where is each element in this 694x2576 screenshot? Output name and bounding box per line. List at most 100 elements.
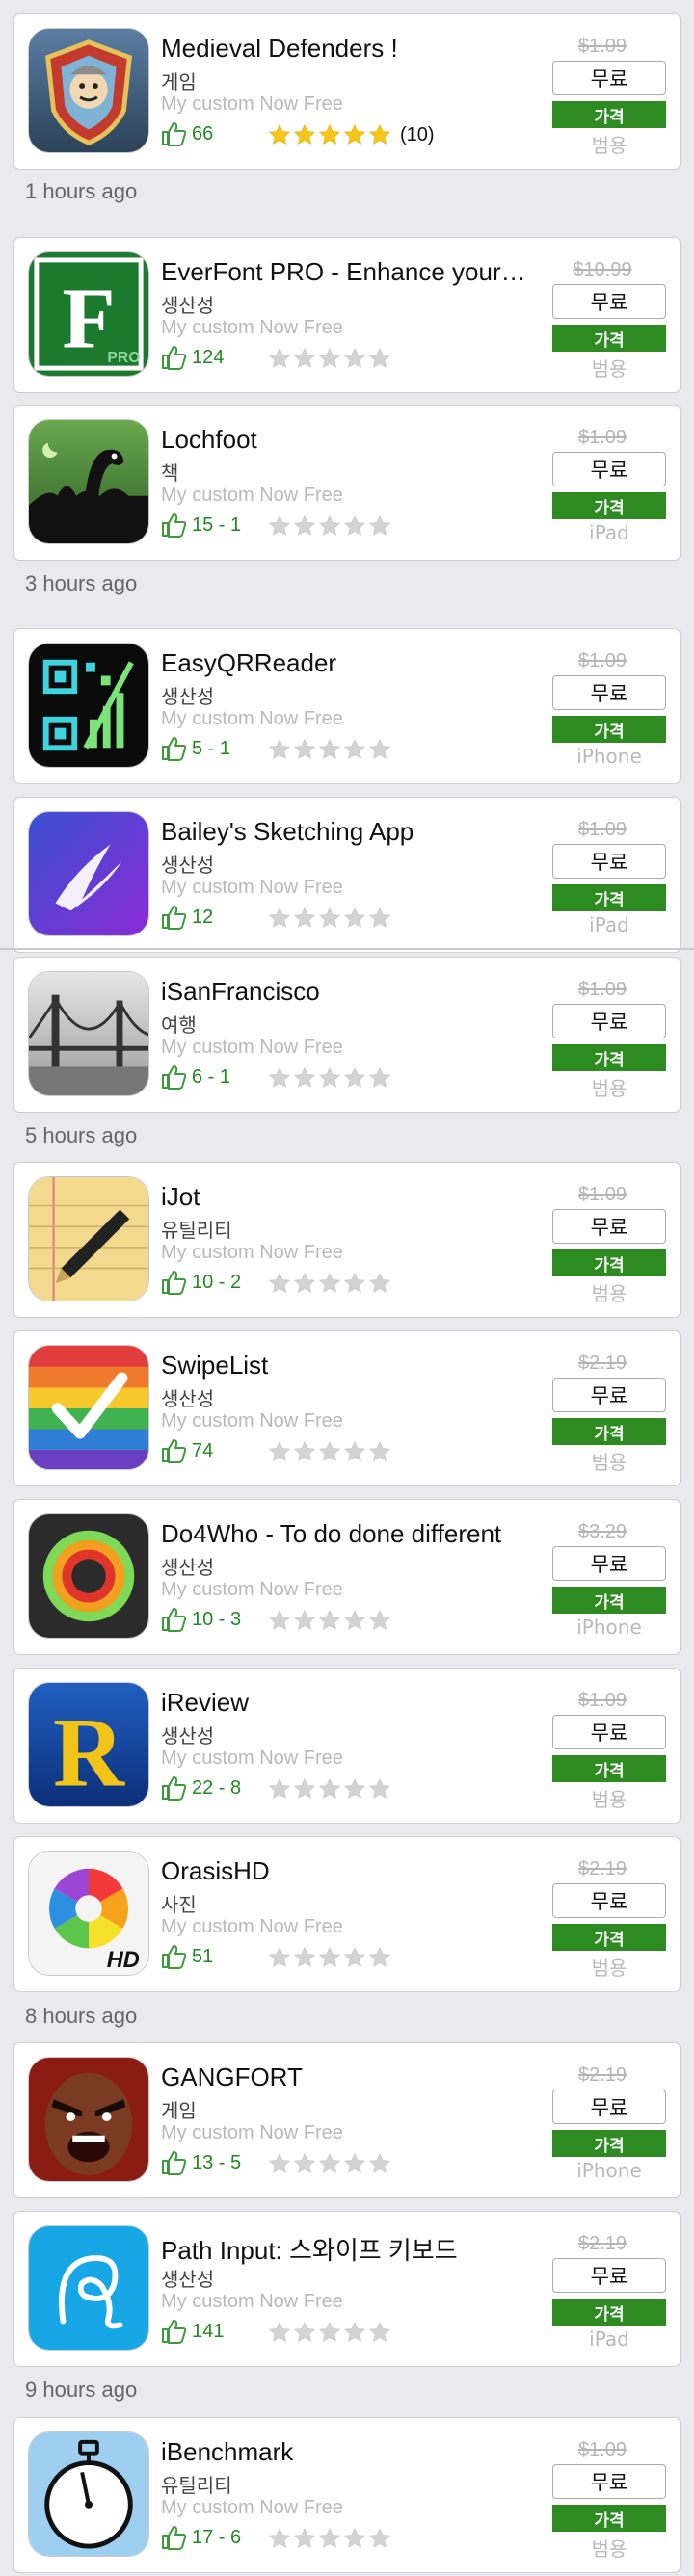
color-wheel-icon[interactable]: HD xyxy=(28,1851,149,1976)
thumbs-up-icon xyxy=(162,2526,187,2550)
price-button[interactable]: 가격 xyxy=(552,716,666,743)
letter-r-icon[interactable]: R xyxy=(28,1682,149,1807)
app-card[interactable]: Bailey's Sketching App 생산성 My custom Now… xyxy=(13,797,681,953)
app-title[interactable]: OrasisHD xyxy=(161,1856,556,1886)
price-button[interactable]: 가격 xyxy=(552,1249,666,1276)
price-button[interactable]: 가격 xyxy=(552,1755,666,1782)
app-card[interactable]: GANGFORT 게임 My custom Now Free 13 - 5 $2… xyxy=(13,2042,681,2198)
app-card[interactable]: iBenchmark 유틸리티 My custom Now Free 17 - … xyxy=(13,2417,681,2573)
likes[interactable]: 51 xyxy=(159,1941,213,1972)
star-icon xyxy=(368,2527,391,2548)
likes[interactable]: 74 xyxy=(159,1435,213,1466)
swipe-path-icon[interactable] xyxy=(28,2225,149,2351)
app-title[interactable]: EverFont PRO - Enhance your… xyxy=(161,257,556,287)
app-card[interactable]: Lochfoot 책 My custom Now Free 15 - 1 $1.… xyxy=(13,405,681,561)
likes[interactable]: 5 - 1 xyxy=(159,733,230,764)
price-button[interactable]: 가격 xyxy=(552,492,666,519)
stopwatch-icon[interactable] xyxy=(28,2431,149,2557)
free-button[interactable]: 무료 xyxy=(552,1378,666,1412)
likes[interactable]: 17 - 6 xyxy=(159,2522,241,2553)
likes[interactable]: 6 - 1 xyxy=(159,1062,230,1092)
free-button[interactable]: 무료 xyxy=(552,61,666,95)
app-title[interactable]: Medieval Defenders ! xyxy=(161,34,556,64)
app-category: 생산성 xyxy=(161,685,215,708)
price-button[interactable]: 가격 xyxy=(552,325,666,352)
price-button[interactable]: 가격 xyxy=(552,2299,666,2326)
free-button[interactable]: 무료 xyxy=(552,1546,666,1581)
likes[interactable]: 12 xyxy=(159,902,213,933)
thumbs-up-icon xyxy=(162,2320,187,2344)
app-title[interactable]: Do4Who - To do done different xyxy=(161,1519,556,1549)
price-button[interactable]: 가격 xyxy=(552,2130,666,2157)
angry-face-icon[interactable] xyxy=(28,2057,149,2182)
everfont-f-icon[interactable]: F PRO xyxy=(28,251,149,377)
app-card[interactable]: Path Input: 스와이프 키보드 생산성 My custom Now F… xyxy=(13,2211,681,2367)
free-button[interactable]: 무료 xyxy=(552,2090,666,2124)
app-title[interactable]: GANGFORT xyxy=(161,2063,556,2092)
star-icon xyxy=(318,2152,341,2173)
star-icon xyxy=(268,2321,291,2342)
free-button[interactable]: 무료 xyxy=(552,1883,666,1918)
star-rating xyxy=(267,1774,392,1803)
rainbow-checkmark-icon[interactable] xyxy=(28,1345,149,1470)
star-icon xyxy=(318,1946,341,1967)
original-price: $1.09 xyxy=(577,650,627,671)
app-title[interactable]: iReview xyxy=(161,1688,556,1718)
likes[interactable]: 10 - 3 xyxy=(159,1604,241,1635)
app-card[interactable]: SwipeList 생산성 My custom Now Free 74 $2.1… xyxy=(13,1330,681,1486)
sketch-brush-icon[interactable] xyxy=(28,811,149,936)
free-button[interactable]: 무료 xyxy=(552,1004,666,1038)
app-card[interactable]: iSanFrancisco 여행 My custom Now Free 6 - … xyxy=(13,957,681,1113)
notepad-pen-icon[interactable] xyxy=(28,1176,149,1301)
medieval-shield-icon[interactable] xyxy=(28,28,149,153)
app-card[interactable]: Medieval Defenders ! 게임 My custom Now Fr… xyxy=(13,13,681,170)
likes[interactable]: 10 - 2 xyxy=(159,1267,241,1298)
app-title[interactable]: iSanFrancisco xyxy=(161,977,556,1007)
app-card[interactable]: Do4Who - To do done different 생산성 My cus… xyxy=(13,1499,681,1655)
star-icon xyxy=(293,1272,316,1293)
likes[interactable]: 15 - 1 xyxy=(159,510,241,540)
app-card[interactable]: HD OrasisHD 사진 My custom Now Free 51 $2.… xyxy=(13,1836,681,1992)
thumbs-up-icon xyxy=(162,1439,187,1463)
likes[interactable]: 66 xyxy=(159,118,213,149)
app-title[interactable]: SwipeList xyxy=(161,1351,556,1380)
rating-count: (10) xyxy=(400,123,435,145)
price-button[interactable]: 가격 xyxy=(552,1418,666,1445)
free-button[interactable]: 무료 xyxy=(552,2258,666,2293)
target-rings-icon[interactable] xyxy=(28,1513,149,1639)
price-button[interactable]: 가격 xyxy=(552,1044,666,1071)
app-title[interactable]: Lochfoot xyxy=(161,425,556,455)
app-title[interactable]: iJot xyxy=(161,1182,556,1212)
price-button[interactable]: 가격 xyxy=(552,1924,666,1951)
price-button[interactable]: 가격 xyxy=(552,101,666,128)
original-price: $1.09 xyxy=(577,1184,627,1205)
free-button[interactable]: 무료 xyxy=(552,1209,666,1244)
free-button[interactable]: 무료 xyxy=(552,1715,666,1749)
likes[interactable]: 124 xyxy=(159,342,224,373)
golden-gate-bridge-icon[interactable] xyxy=(28,971,149,1096)
price-button[interactable]: 가격 xyxy=(552,2505,666,2532)
app-title[interactable]: Path Input: 스와이프 키보드 xyxy=(161,2231,556,2267)
app-title[interactable]: Bailey's Sketching App xyxy=(161,817,556,847)
app-card[interactable]: R iReview 생산성 My custom Now Free 22 - 8 … xyxy=(13,1668,681,1824)
app-title[interactable]: iBenchmark xyxy=(161,2437,556,2467)
free-button[interactable]: 무료 xyxy=(552,2464,666,2499)
free-button[interactable]: 무료 xyxy=(552,284,666,319)
time-section-header: 5 hours ago xyxy=(25,1123,138,1147)
app-title[interactable]: EasyQRReader xyxy=(161,648,556,678)
device-type: 범용 xyxy=(591,357,627,381)
app-card[interactable]: iJot 유틸리티 My custom Now Free 10 - 2 $1.0… xyxy=(13,1162,681,1318)
qr-code-icon[interactable] xyxy=(28,643,149,768)
star-icon xyxy=(343,1066,366,1088)
likes[interactable]: 22 - 8 xyxy=(159,1773,241,1803)
lochfoot-monster-icon[interactable] xyxy=(28,419,149,544)
price-button[interactable]: 가격 xyxy=(552,884,666,911)
app-card[interactable]: EasyQRReader 생산성 My custom Now Free 5 - … xyxy=(13,628,681,784)
free-button[interactable]: 무료 xyxy=(552,452,666,486)
app-card[interactable]: F PRO EverFont PRO - Enhance your… 생산성 My… xyxy=(13,237,681,393)
likes[interactable]: 13 - 5 xyxy=(159,2147,241,2178)
likes[interactable]: 141 xyxy=(159,2316,224,2347)
free-button[interactable]: 무료 xyxy=(552,844,666,879)
price-button[interactable]: 가격 xyxy=(552,1587,666,1614)
free-button[interactable]: 무료 xyxy=(552,675,666,710)
